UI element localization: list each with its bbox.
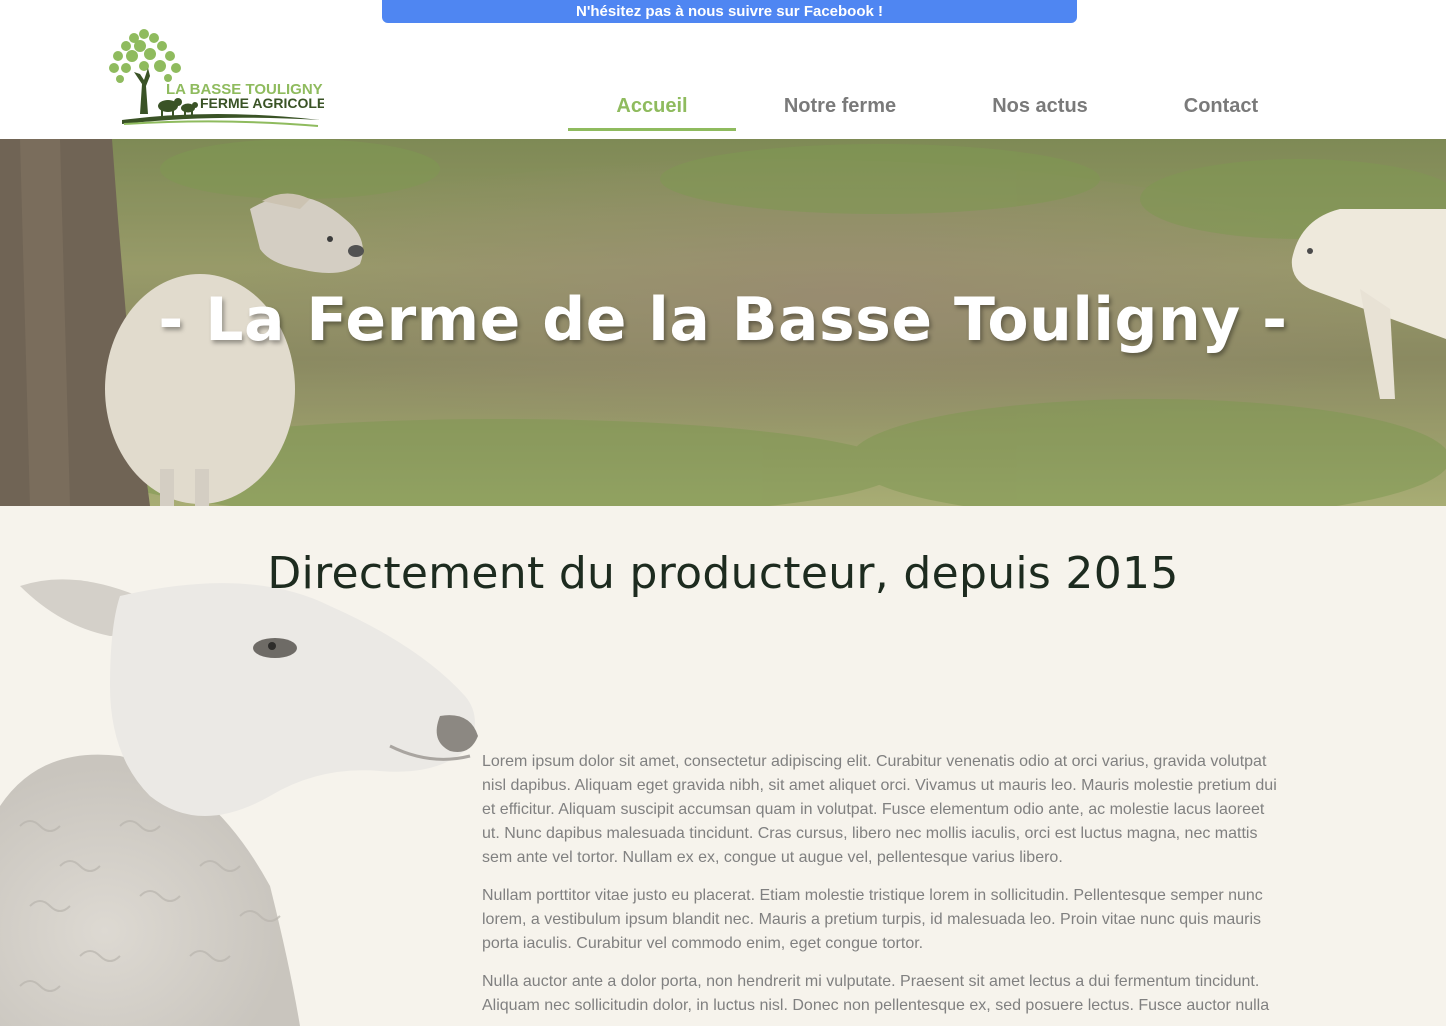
nav-item-nos-actus[interactable]: Nos actus bbox=[972, 84, 1108, 128]
section-title: Directement du producteur, depuis 2015 bbox=[267, 548, 1179, 599]
facebook-banner[interactable]: N'hésitez pas à nous suivre sur Facebook… bbox=[382, 0, 1077, 23]
farm-logo[interactable]: LA BASSE TOULIGNY FERME AGRICOLE bbox=[104, 24, 324, 132]
hero-title: - La Ferme de la Basse Touligny - bbox=[158, 285, 1288, 355]
logo-line2: FERME AGRICOLE bbox=[200, 95, 324, 111]
nav-item-accueil[interactable]: Accueil bbox=[568, 84, 736, 131]
paragraph: Lorem ipsum dolor sit amet, consectetur … bbox=[482, 753, 1277, 866]
intro-text: Lorem ipsum dolor sit amet, consectetur … bbox=[482, 750, 1282, 1026]
sheep-portrait-image bbox=[0, 579, 478, 1026]
paragraph: Nullam porttitor vitae justo eu placerat… bbox=[482, 887, 1263, 952]
nav-item-notre-ferme[interactable]: Notre ferme bbox=[762, 84, 918, 128]
hero-banner: - La Ferme de la Basse Touligny - bbox=[0, 139, 1446, 506]
intro-section: Directement du producteur, depuis 2015 L… bbox=[0, 506, 1446, 1026]
paragraph: Nulla auctor ante a dolor porta, non hen… bbox=[482, 973, 1270, 1014]
nav-item-contact[interactable]: Contact bbox=[1168, 84, 1274, 128]
